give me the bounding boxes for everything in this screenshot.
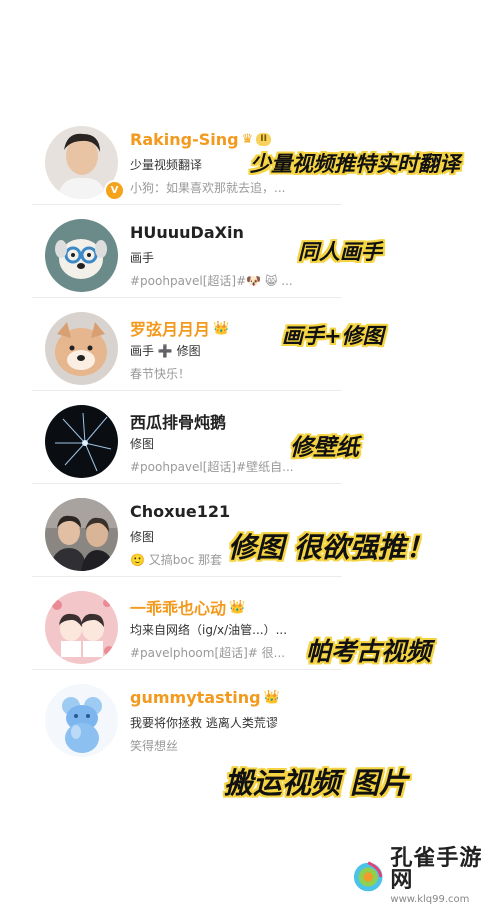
verified-badge: V bbox=[104, 180, 125, 201]
user-name-text[interactable]: 一乖乖也心动 bbox=[130, 595, 226, 619]
user-bio: 均来自网络（ig/x/油管...）... bbox=[130, 623, 288, 637]
list-item[interactable]: gummytasting 👑 我要将你拯救 逃离人类荒谬 笑得想丝 bbox=[32, 670, 342, 762]
avatar[interactable] bbox=[45, 219, 118, 292]
level-badge: II bbox=[256, 133, 271, 146]
avatar[interactable] bbox=[45, 684, 118, 757]
user-name[interactable]: 一乖乖也心动 👑 bbox=[130, 595, 245, 619]
user-name[interactable]: 西瓜排骨炖鹅 bbox=[130, 409, 226, 433]
user-name-text[interactable]: Choxue121 bbox=[130, 502, 230, 521]
user-latest-post: 小狗：如果喜欢那就去追，... bbox=[130, 181, 286, 195]
user-bio: 画手 bbox=[130, 251, 155, 265]
user-name[interactable]: gummytasting 👑 bbox=[130, 688, 280, 707]
avatar[interactable] bbox=[45, 312, 118, 385]
annotation-text: 修图 很欲强推！ bbox=[228, 531, 434, 564]
watermark-title: 孔雀手游网 bbox=[390, 846, 483, 893]
crown-icon: ♛ bbox=[241, 132, 254, 147]
user-name-text[interactable]: Raking-Sing bbox=[130, 130, 239, 149]
avatar[interactable] bbox=[45, 498, 118, 571]
user-bio: 我要将你拯救 逃离人类荒谬 bbox=[130, 716, 278, 730]
annotation-text: 少量视频推特实时翻译 bbox=[250, 152, 460, 176]
avatar[interactable] bbox=[45, 591, 118, 664]
user-bio: 少量视频翻译 bbox=[130, 158, 203, 172]
annotation-text: 帕考古视频 bbox=[306, 637, 432, 666]
list-item[interactable]: HUuuuDaXin 画手 #poohpavel[超话]#🐶 😸 ... bbox=[32, 205, 342, 298]
annotation-text: 搬运视频 图片 bbox=[224, 766, 409, 800]
crown-icon: 👑 bbox=[229, 599, 246, 615]
user-name[interactable]: Choxue121 bbox=[130, 502, 230, 521]
user-name-text[interactable]: 罗弦月月月 bbox=[130, 316, 210, 340]
user-name-text[interactable]: 西瓜排骨炖鹅 bbox=[130, 409, 226, 433]
user-latest-post: #poohpavel[超话]#🐶 😸 ... bbox=[130, 274, 293, 288]
user-bio: 修图 bbox=[130, 437, 155, 451]
peacock-logo-icon bbox=[353, 860, 383, 891]
user-latest-post: #pavelphoom[超话]# 很... bbox=[130, 646, 286, 660]
user-name[interactable]: 罗弦月月月 👑 bbox=[130, 316, 229, 340]
list-item[interactable]: 一乖乖也心动 👑 均来自网络（ig/x/油管...）... #pavelphoo… bbox=[32, 577, 342, 670]
watermark-logo: 孔雀手游网 www.klq99.com bbox=[352, 848, 500, 905]
user-bio: 画手 ➕ 修图 bbox=[130, 344, 201, 358]
crown-icon: 👑 bbox=[263, 690, 280, 705]
watermark-url: www.klq99.com bbox=[390, 894, 470, 905]
user-latest-post: 春节快乐！ bbox=[130, 367, 191, 381]
user-latest-post: 笑得想丝 bbox=[130, 739, 179, 753]
crown-icon: 👑 bbox=[213, 320, 230, 336]
user-latest-post: 🙂 又搞boc 那套 bbox=[130, 553, 223, 567]
annotation-text: 修壁纸 bbox=[290, 435, 359, 461]
user-name[interactable]: Raking-Sing ♛ II bbox=[130, 130, 271, 149]
user-name-text[interactable]: gummytasting bbox=[130, 688, 261, 707]
user-name-text[interactable]: HUuuuDaXin bbox=[130, 223, 244, 242]
avatar[interactable] bbox=[45, 405, 118, 478]
user-latest-post: #poohpavel[超话]#壁纸自... bbox=[130, 460, 294, 474]
user-bio: 修图 bbox=[130, 530, 155, 544]
user-name[interactable]: HUuuuDaXin bbox=[130, 223, 244, 242]
annotation-text: 画手+修图 bbox=[282, 324, 384, 348]
annotation-text: 同人画手 bbox=[298, 240, 382, 264]
